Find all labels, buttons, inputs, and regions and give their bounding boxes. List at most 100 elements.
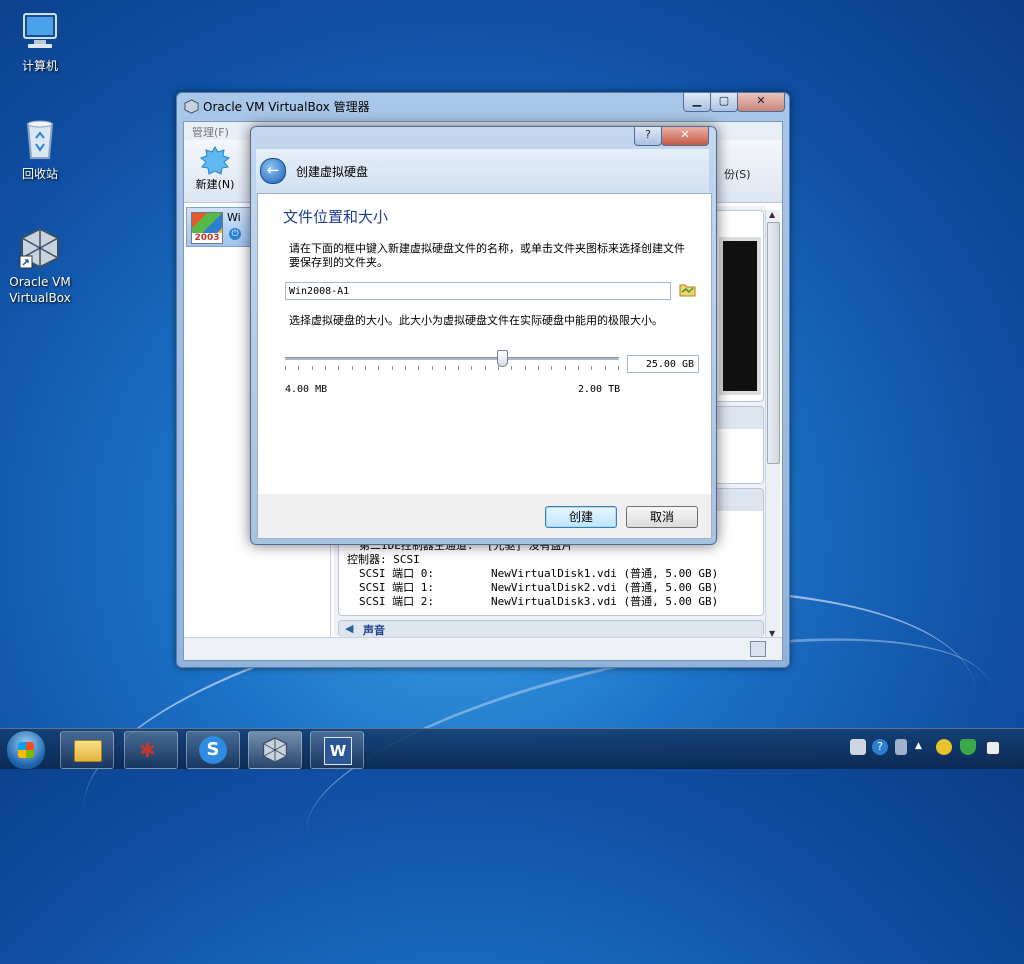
desktop-icon-label: 回收站 bbox=[21, 167, 58, 181]
slider-thumb[interactable] bbox=[497, 350, 508, 367]
slider-tick bbox=[338, 366, 339, 370]
security-shield-icon[interactable] bbox=[960, 739, 976, 755]
taskbar-app-red[interactable]: ✱ bbox=[124, 731, 178, 769]
help-icon[interactable]: ? bbox=[872, 739, 888, 755]
size-instruction-text: 选择虚拟硬盘的大小。此大小为虚拟硬盘文件在实际硬盘中能用的极限大小。 bbox=[289, 314, 663, 327]
tray-small-icon[interactable] bbox=[895, 739, 907, 755]
taskbar: ✱ S W ? ▲ bbox=[0, 728, 1024, 770]
virtualbox-icon bbox=[261, 736, 289, 767]
maximize-button[interactable]: ▢ bbox=[710, 93, 738, 112]
size-slider[interactable] bbox=[285, 350, 619, 376]
slider-tick bbox=[578, 366, 579, 370]
details-scrollbar[interactable]: ▲ ▼ bbox=[765, 210, 780, 638]
window-title: Oracle VM VirtualBox 管理器 bbox=[203, 100, 370, 114]
vm-name: Wi bbox=[227, 211, 241, 224]
new-icon bbox=[199, 146, 231, 176]
close-dialog-button[interactable]: ✕ bbox=[661, 127, 709, 146]
app-icon: ✱ bbox=[139, 738, 156, 762]
slider-tick bbox=[551, 366, 552, 370]
virtualbox-icon bbox=[18, 226, 62, 270]
status-icon bbox=[750, 641, 766, 657]
slider-tick bbox=[498, 366, 499, 370]
minimize-button[interactable]: ▁ bbox=[683, 93, 711, 112]
show-hidden-icons-arrow[interactable]: ▲ bbox=[915, 741, 922, 751]
cancel-button[interactable]: 取消 bbox=[626, 506, 698, 528]
new-vm-label: 新建(N) bbox=[195, 178, 235, 191]
slider-ticks bbox=[285, 366, 619, 371]
slider-tick bbox=[312, 366, 313, 370]
desktop-icon-virtualbox[interactable]: Oracle VM VirtualBox bbox=[2, 226, 78, 306]
create-button[interactable]: 创建 bbox=[545, 506, 617, 528]
taskbar-virtualbox[interactable] bbox=[248, 731, 302, 769]
sogou-icon: S bbox=[199, 736, 227, 764]
filename-input[interactable]: Win2008-A1 bbox=[285, 282, 671, 300]
keyboard-icon[interactable] bbox=[850, 739, 866, 755]
wizard-page: 文件位置和大小 请在下面的框中键入新建虚拟硬盘文件的名称，或单击文件夹图标来选择… bbox=[258, 194, 711, 494]
dialog-title: 创建虚拟硬盘 bbox=[296, 165, 369, 179]
instruction-text: 请在下面的框中键入新建虚拟硬盘文件的名称，或单击文件夹图标来选择创建文件要保存到… bbox=[289, 242, 685, 269]
slider-min-label: 4.00 MB bbox=[285, 384, 328, 395]
scroll-thumb[interactable] bbox=[767, 222, 780, 464]
desktop-icon-label: 计算机 bbox=[21, 59, 58, 73]
audio-section-title: 声音 bbox=[363, 624, 385, 637]
toolbar-right-label[interactable]: 份(S) bbox=[724, 166, 751, 182]
computer-icon bbox=[18, 10, 62, 54]
action-center-icon[interactable] bbox=[986, 741, 1000, 755]
slider-tick bbox=[605, 366, 606, 370]
slider-tick bbox=[392, 366, 393, 370]
slider-tick bbox=[511, 366, 512, 370]
slider-tick bbox=[298, 366, 299, 370]
slider-tick bbox=[471, 366, 472, 370]
slider-tick bbox=[405, 366, 406, 370]
slider-tick bbox=[325, 366, 326, 370]
audio-section-header[interactable]: ◀ 声音 bbox=[338, 620, 764, 637]
desktop-icon-computer[interactable]: 计算机 bbox=[2, 10, 78, 74]
help-button[interactable]: ? bbox=[634, 127, 662, 146]
virtualbox-window-icon bbox=[184, 99, 199, 117]
close-window-button[interactable]: ✕ bbox=[737, 93, 785, 112]
back-arrow-icon[interactable]: ← bbox=[260, 158, 286, 184]
taskbar-word[interactable]: W bbox=[310, 731, 364, 769]
slider-tick bbox=[378, 366, 379, 370]
speaker-icon: ◀ bbox=[345, 622, 354, 635]
slider-tick bbox=[458, 366, 459, 370]
folder-icon[interactable] bbox=[679, 282, 697, 298]
page-heading: 文件位置和大小 bbox=[283, 208, 389, 226]
slider-tick bbox=[432, 366, 433, 370]
new-vm-button[interactable]: 新建(N) bbox=[192, 144, 238, 196]
status-bar bbox=[184, 637, 782, 660]
scroll-up-arrow[interactable]: ▲ bbox=[769, 210, 775, 219]
windows-logo-icon bbox=[18, 742, 34, 758]
slider-tick bbox=[565, 366, 566, 370]
slider-tick bbox=[485, 366, 486, 370]
dialog-body: 文件位置和大小 请在下面的框中键入新建虚拟硬盘文件的名称，或单击文件夹图标来选择… bbox=[257, 193, 712, 539]
taskbar-sogou[interactable]: S bbox=[186, 731, 240, 769]
slider-track bbox=[285, 357, 619, 360]
slider-tick bbox=[445, 366, 446, 370]
slider-tick bbox=[365, 366, 366, 370]
folder-icon bbox=[74, 740, 102, 762]
slider-tick bbox=[352, 366, 353, 370]
power-icon: ⏻ bbox=[229, 228, 241, 240]
size-value-input[interactable]: 25.00 GB bbox=[627, 355, 699, 373]
slider-tick bbox=[418, 366, 419, 370]
slider-tick bbox=[285, 366, 286, 370]
create-virtual-disk-dialog: ? ✕ ← 创建虚拟硬盘 文件位置和大小 请在下面的框中键入新建虚拟硬盘文件的名… bbox=[250, 126, 717, 545]
start-button[interactable] bbox=[6, 730, 46, 770]
menu-item-manage[interactable]: 管理(F) bbox=[192, 124, 229, 140]
slider-tick bbox=[538, 366, 539, 370]
dialog-header: ← 创建虚拟硬盘 bbox=[256, 149, 709, 193]
desktop-icon-recycle-bin[interactable]: 回收站 bbox=[2, 118, 78, 182]
os-badge: 2003 bbox=[192, 233, 222, 243]
network-icon[interactable] bbox=[936, 739, 952, 755]
taskbar-explorer[interactable] bbox=[60, 731, 114, 769]
preview-screen bbox=[719, 237, 761, 395]
scsi-port: SCSI 端口 2: bbox=[359, 595, 434, 608]
slider-max-label: 2.00 TB bbox=[578, 384, 621, 395]
slider-tick bbox=[591, 366, 592, 370]
recycle-bin-icon bbox=[18, 118, 62, 162]
desktop-icon-label: Oracle VM VirtualBox bbox=[9, 275, 71, 305]
word-icon: W bbox=[324, 737, 352, 765]
scsi-disk: NewVirtualDisk3.vdi (普通, 5.00 GB) bbox=[491, 595, 719, 608]
slider-tick bbox=[618, 366, 619, 370]
